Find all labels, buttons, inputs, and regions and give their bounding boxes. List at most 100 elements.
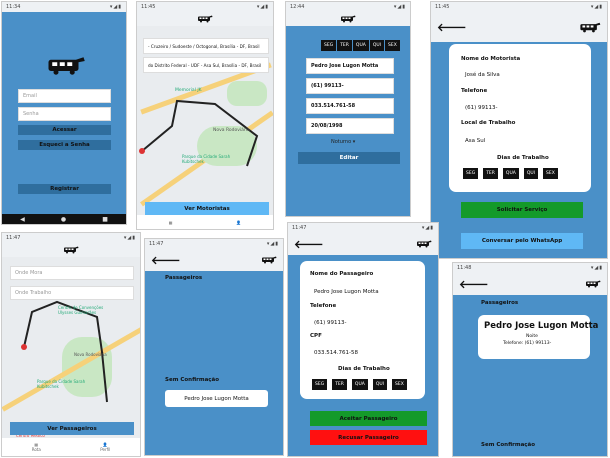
status-bar: 11:48 ▾◢▮ <box>453 263 607 273</box>
day-sex-chip[interactable]: SEX <box>385 40 400 51</box>
forgot-password-button[interactable]: Esqueci a Senha <box>18 140 111 150</box>
bus-icon <box>340 15 356 23</box>
register-button[interactable]: Registrar <box>18 184 111 194</box>
back-arrow-icon[interactable]: 🡐 <box>294 239 324 250</box>
phone-value: (61) 99113- <box>314 320 347 326</box>
bus-icon <box>585 280 601 288</box>
day-ter-chip[interactable]: TER <box>337 40 352 51</box>
confirmed-passenger-phone: Telefone: (61) 99113- <box>503 341 552 346</box>
map-view[interactable]: Centro de Convenções Ulysses Guimarães N… <box>2 257 140 440</box>
home-icon[interactable]: ● <box>61 216 66 223</box>
tab-bar: ▦ 👤 <box>137 215 273 229</box>
route-tab[interactable]: ▦ Rota <box>32 442 41 452</box>
tab-bar: ▦ Rota 👤 Perfil <box>2 438 140 456</box>
workplace-label: Local de Trabalho <box>461 120 516 126</box>
whatsapp-button[interactable]: Conversar pelo WhatsApp <box>461 233 583 249</box>
email-input[interactable]: Email <box>18 89 111 103</box>
chevron-down-icon: ▾ <box>352 139 356 145</box>
profile-tab[interactable]: 👤 Perfil <box>100 442 110 452</box>
name-field[interactable]: Pedro Jose Lugon Motta <box>306 58 394 74</box>
profile-tab-label: Perfil <box>100 447 111 452</box>
day-ter-chip[interactable]: TER <box>332 379 347 390</box>
app-header: 🡐 <box>288 233 438 255</box>
poi-label: Parque da Cidade Sarah Kubitschek <box>37 379 86 389</box>
origin-address[interactable]: - Cruzeiro / Sudoeste / Octogonal, Brasí… <box>143 38 269 54</box>
driver-name-label: Nome do Motorista <box>461 56 521 62</box>
unconfirmed-title: Sem Confirmação <box>481 442 536 448</box>
poi-label: Nova Rodoviária <box>74 352 107 357</box>
app-header: 🡐 <box>145 249 283 271</box>
phone-field[interactable]: (61) 99113- <box>306 78 394 94</box>
day-seg-chip[interactable]: SEG <box>463 168 479 179</box>
poi-label: Centro de Convenções Ulysses Guimarães <box>58 305 104 315</box>
destination-text: do Distrito Federal - UDF - Asa Sul, Bra… <box>148 62 262 68</box>
day-seg-chip[interactable]: SEG <box>312 379 328 390</box>
app-header: 🡐 <box>431 12 607 42</box>
day-qua-chip[interactable]: QUA <box>351 379 368 390</box>
bus-icon <box>261 256 277 264</box>
day-qui-chip[interactable]: QUI <box>372 379 387 390</box>
map-tab-icon[interactable]: ▦ <box>169 220 173 225</box>
status-bar: 11:47 ▾◢▮ <box>145 239 283 249</box>
status-time: 12:44 <box>290 4 305 10</box>
day-sex-chip[interactable]: SEX <box>543 168 558 179</box>
shift-select[interactable]: Noturno ▾ <box>331 139 355 145</box>
route-line <box>21 300 108 403</box>
birthdate-field[interactable]: 20/08/1998 <box>306 118 394 134</box>
status-bar: 11:34 ▾◢▮ <box>2 2 126 12</box>
name-value: Pedro Jose Lugon Motta <box>311 63 379 69</box>
day-ter-chip[interactable]: TER <box>483 168 498 179</box>
status-time: 11:47 <box>6 235 21 241</box>
see-drivers-button[interactable]: Ver Motoristas <box>145 202 269 215</box>
route-tab-label: Rota <box>31 447 41 452</box>
password-placeholder: Senha <box>23 111 39 117</box>
day-sex-chip[interactable]: SEX <box>392 379 407 390</box>
login-button[interactable]: Acessar <box>18 125 111 135</box>
day-qua-chip[interactable]: QUA <box>352 40 369 51</box>
passenger-details-screen: 11:47 ▾◢▮ 🡐 Nome do Passageiro Pedro Jose… <box>287 222 439 457</box>
confirmed-passenger-name: Pedro Jose Lugon Motta <box>484 321 599 331</box>
workdays: SEG TER QUA QUI SEX <box>312 379 407 390</box>
poi-label: Memorial JK <box>175 88 202 93</box>
cpf-field[interactable]: 033.514.761-58 <box>306 98 394 114</box>
passengers-title: Passageiros <box>165 275 203 281</box>
back-icon[interactable]: ◀ <box>20 216 25 223</box>
reject-passenger-button[interactable]: Recusar Passageiro <box>310 430 427 445</box>
back-arrow-icon[interactable]: 🡐 <box>151 255 181 266</box>
status-bar: 12:44 ▾◢▮ <box>286 2 410 12</box>
day-qui-chip[interactable]: QUI <box>523 168 538 179</box>
password-input[interactable]: Senha <box>18 107 111 121</box>
accept-passenger-button[interactable]: Aceitar Passageiro <box>310 411 427 426</box>
profile-tab-icon[interactable]: 👤 <box>236 220 241 225</box>
status-time: 11:45 <box>435 4 450 10</box>
see-passengers-button[interactable]: Ver Passageiros <box>10 422 134 435</box>
back-arrow-icon[interactable]: 🡐 <box>459 279 489 290</box>
app-header <box>2 243 140 257</box>
poi-label: Nova Rodoviária <box>213 128 250 133</box>
home-input[interactable]: Onde Mora <box>10 266 134 280</box>
request-service-button[interactable]: Solicitar Serviço <box>461 202 583 218</box>
route-line <box>139 99 259 167</box>
map-view[interactable]: Memorial JK Nova Rodoviária Parque da Ci… <box>137 26 273 216</box>
day-qua-chip[interactable]: QUA <box>502 168 519 179</box>
passenger-item[interactable]: Pedro Jose Lugon Motta <box>165 390 268 407</box>
work-input[interactable]: Onde Trabalho <box>10 286 134 300</box>
recents-icon[interactable]: ■ <box>102 216 108 223</box>
passenger-name: Pedro Jose Lugon Motta <box>314 289 379 295</box>
day-seg-chip[interactable]: SEG <box>321 40 337 51</box>
destination-address[interactable]: do Distrito Federal - UDF - Asa Sul, Bra… <box>143 57 269 73</box>
phone-label: Telefone <box>310 303 337 309</box>
weekday-selector: SEG TER QUA QUI SEX <box>321 40 400 51</box>
edit-button[interactable]: Editar <box>298 152 400 164</box>
day-qui-chip[interactable]: QUI <box>369 40 384 51</box>
status-bar: 11:45 ▾◢▮ <box>431 2 607 12</box>
workplace-value: Asa Sul <box>465 138 486 144</box>
passengers-title: Passageiros <box>481 300 519 306</box>
bus-logo-icon <box>46 54 86 78</box>
cpf-value: 033.514.761-58 <box>311 103 356 109</box>
bus-icon <box>197 15 213 23</box>
status-bar: 11:47 ▾◢▮ <box>288 223 438 233</box>
back-arrow-icon[interactable]: 🡐 <box>437 22 467 33</box>
status-bar: 11:45 ▾◢▮ <box>137 2 273 12</box>
bus-icon <box>416 240 432 248</box>
